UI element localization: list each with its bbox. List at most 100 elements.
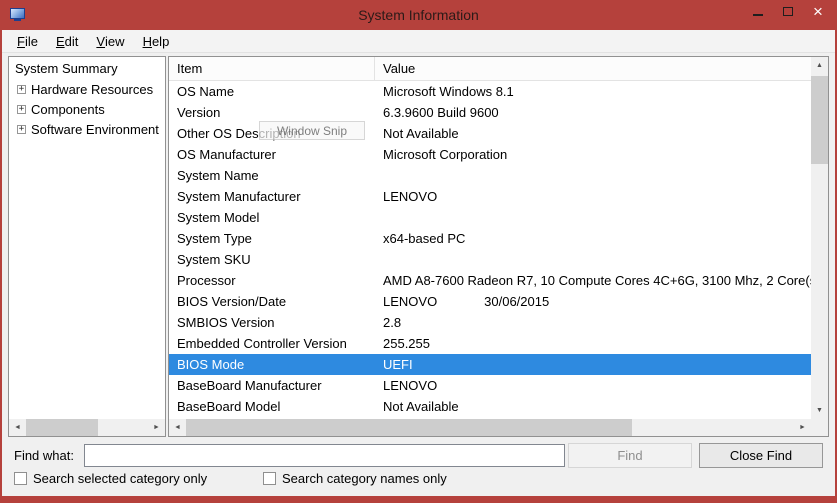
item-cell: BaseBoard Manufacturer (169, 378, 375, 393)
expand-plus-icon[interactable]: + (17, 105, 26, 114)
details-scroll-thumb[interactable] (186, 419, 632, 436)
value-cell: 6.3.9600 Build 9600 (375, 105, 811, 120)
item-cell: System SKU (169, 252, 375, 267)
value-cell: UEFI (375, 357, 811, 372)
tree-item-label: Components (31, 102, 105, 117)
table-row[interactable]: OS ManufacturerMicrosoft Corporation (169, 144, 811, 165)
minimize-button[interactable] (743, 1, 773, 22)
table-row[interactable]: BaseBoard ModelNot Available (169, 396, 811, 417)
close-find-button[interactable]: Close Find (699, 443, 823, 468)
details-horizontal-scrollbar[interactable]: ◄ ► (169, 419, 811, 436)
checkbox-icon (14, 472, 27, 485)
monitor-icon (10, 8, 25, 19)
scroll-left-icon: ◄ (14, 424, 21, 431)
item-cell: System Manufacturer (169, 189, 375, 204)
menu-help[interactable]: Help (134, 30, 179, 52)
window-client-area: File Edit View Help System Summary + Hard… (2, 30, 835, 496)
snip-tooltip-overlay: Window Snip (259, 121, 365, 140)
details-scroll-track[interactable] (186, 419, 794, 436)
tree-item-label: Hardware Resources (31, 82, 153, 97)
tree-horizontal-scrollbar[interactable]: ◄ ► (9, 419, 165, 436)
vertical-scrollbar[interactable]: ▲ ▼ (811, 57, 828, 419)
column-header-value[interactable]: Value (375, 57, 811, 80)
window-controls: × (743, 1, 833, 22)
search-category-names-checkbox[interactable]: Search category names only (263, 471, 447, 486)
details-scroll-right-button[interactable]: ► (794, 419, 811, 436)
table-row[interactable]: System Name (169, 165, 811, 186)
item-cell: System Name (169, 168, 375, 183)
item-cell: BIOS Mode (169, 357, 375, 372)
window-title: System Information (0, 7, 837, 23)
value-cell: LENOVO (375, 378, 811, 393)
tree-children: + Hardware Resources + Components + Software … (11, 79, 164, 139)
table-row[interactable]: BaseBoard ManufacturerLENOVO (169, 375, 811, 396)
search-selected-category-checkbox[interactable]: Search selected category only (14, 471, 207, 486)
expand-plus-icon[interactable]: + (17, 125, 26, 134)
table-row[interactable]: ProcessorAMD A8-7600 Radeon R7, 10 Compu… (169, 270, 811, 291)
scrollbar-corner (811, 419, 828, 436)
tree-item-components[interactable]: + Components (11, 99, 164, 119)
system-information-window: System Information × File Edit View Help… (0, 0, 837, 503)
tree-scroll-thumb[interactable] (26, 419, 98, 436)
checkbox-label: Search selected category only (33, 471, 207, 486)
scroll-down-button[interactable]: ▼ (811, 402, 828, 419)
tree-item-label: Software Environment (31, 122, 159, 137)
maximize-button[interactable] (773, 1, 803, 22)
value-cell: LENOVO 30/06/2015 (375, 294, 811, 309)
minimize-icon (753, 14, 763, 16)
table-row[interactable]: OS NameMicrosoft Windows 8.1 (169, 81, 811, 102)
table-row[interactable]: System Model (169, 207, 811, 228)
table-row[interactable]: BIOS Version/DateLENOVO 30/06/2015 (169, 291, 811, 312)
menu-bar: File Edit View Help (2, 30, 835, 53)
menu-edit[interactable]: Edit (47, 30, 87, 52)
tree-item-system-summary[interactable]: System Summary (11, 59, 164, 79)
table-row[interactable]: BIOS ModeUEFI (169, 354, 811, 375)
menu-view[interactable]: View (87, 30, 133, 52)
find-what-label: Find what: (14, 448, 74, 463)
maximize-icon (783, 7, 793, 16)
scroll-left-icon: ◄ (174, 424, 181, 431)
item-cell: Processor (169, 273, 375, 288)
table-header: Item Value (169, 57, 811, 81)
tree-scroll-track[interactable] (26, 419, 148, 436)
find-input[interactable] (84, 444, 565, 467)
tree-scroll-left-button[interactable]: ◄ (9, 419, 26, 436)
table-row[interactable]: System Typex64-based PC (169, 228, 811, 249)
details-pane: Item Value OS NameMicrosoft Windows 8.1V… (168, 56, 829, 437)
table-row[interactable]: System SKU (169, 249, 811, 270)
find-bar: Find what: Find Close Find (2, 440, 835, 470)
item-cell: OS Name (169, 84, 375, 99)
table-row[interactable]: Embedded Controller Version255.255 (169, 333, 811, 354)
item-cell: Version (169, 105, 375, 120)
value-cell: Not Available (375, 126, 811, 141)
details-scroll-left-button[interactable]: ◄ (169, 419, 186, 436)
titlebar[interactable]: System Information × (0, 0, 837, 30)
item-cell: BIOS Version/Date (169, 294, 375, 309)
find-button[interactable]: Find (568, 443, 692, 468)
table-row[interactable]: System ManufacturerLENOVO (169, 186, 811, 207)
scroll-up-icon: ▲ (816, 62, 823, 69)
table-row[interactable]: Version6.3.9600 Build 9600 (169, 102, 811, 123)
item-cell: System Type (169, 231, 375, 246)
item-cell: Embedded Controller Version (169, 336, 375, 351)
vertical-scroll-thumb[interactable] (811, 76, 828, 164)
value-cell: 255.255 (375, 336, 811, 351)
item-cell: System Model (169, 210, 375, 225)
item-cell: SMBIOS Version (169, 315, 375, 330)
scroll-up-button[interactable]: ▲ (811, 57, 828, 74)
scroll-right-icon: ► (153, 424, 160, 431)
value-cell: Not Available (375, 399, 811, 414)
tree-item-software-environment[interactable]: + Software Environment (11, 119, 164, 139)
search-options-row: Search selected category only Search cat… (2, 471, 835, 491)
close-button[interactable]: × (803, 1, 833, 22)
value-cell: Microsoft Corporation (375, 147, 811, 162)
table-row[interactable]: SMBIOS Version2.8 (169, 312, 811, 333)
menu-file[interactable]: File (8, 30, 47, 52)
value-cell: LENOVO (375, 189, 811, 204)
checkbox-icon (263, 472, 276, 485)
expand-plus-icon[interactable]: + (17, 85, 26, 94)
value-cell: 2.8 (375, 315, 811, 330)
column-header-item[interactable]: Item (169, 57, 375, 80)
tree-item-hardware-resources[interactable]: + Hardware Resources (11, 79, 164, 99)
tree-scroll-right-button[interactable]: ► (148, 419, 165, 436)
